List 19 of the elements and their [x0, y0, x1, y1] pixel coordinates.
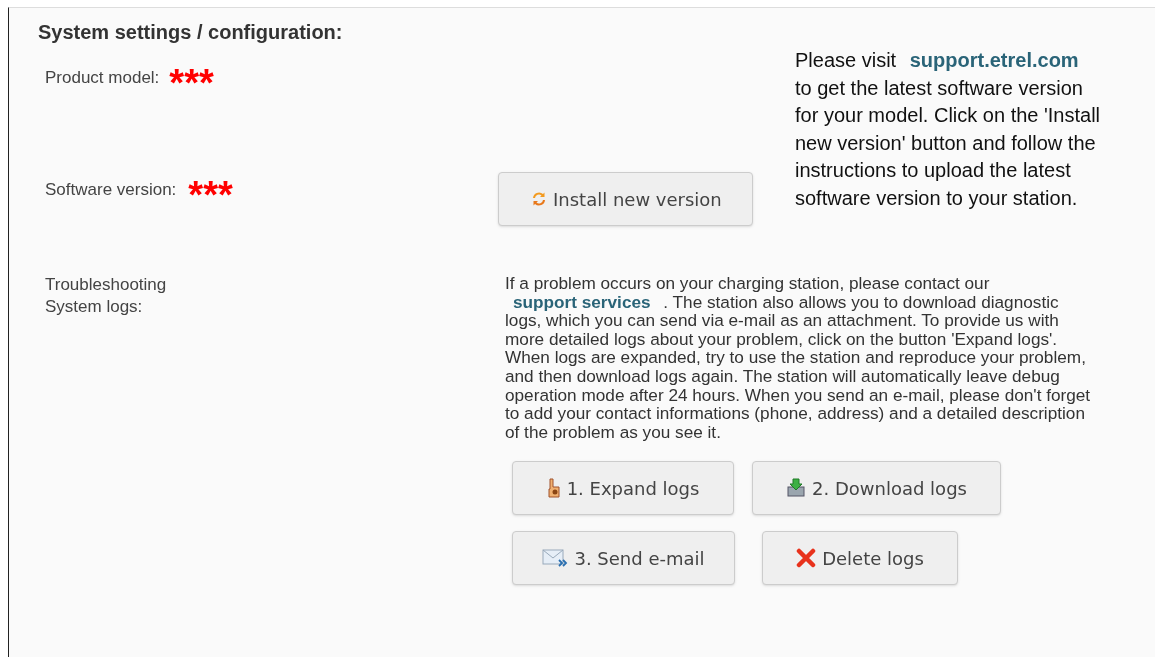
inbox-download-icon [786, 478, 807, 499]
send-email-button[interactable]: 3. Send e-mail [512, 531, 735, 586]
field-label: Software version: [45, 179, 177, 202]
value-text: *** [188, 173, 233, 214]
delete-logs-button[interactable]: Delete logs [762, 531, 958, 586]
pointing-hand-icon [546, 478, 561, 499]
field-label: Product model: [45, 67, 160, 90]
support-link[interactable]: support.etrel.com [901, 49, 1087, 71]
help-text: Please visit support.etrel.com to get the latest software version for your model. Click on the 'Install new version' button and follow the instructions to upload the latest software version to your station. [795, 48, 1102, 211]
support-link[interactable]: support services [505, 291, 659, 312]
section-label: Troubleshooting System logs: [44, 274, 168, 318]
install-button[interactable]: Install new version [498, 172, 753, 226]
value-text: *** [169, 61, 214, 102]
download-logs-button[interactable]: 2. Download logs [752, 461, 1001, 516]
envelope-icon [542, 549, 569, 568]
close-icon [796, 548, 817, 569]
expand-logs-button[interactable]: 1. Expand logs [512, 461, 734, 516]
help-text: If a problem occurs on your charging station, please contact our support services . The station also allows you to download diagnostic logs, which you can send via e-mail as an attachment. To provide us with more detailed logs about your problem, click on the button 'Expand logs'. When logs are expanded, try to use the station and reproduce your problem, and then download logs again. The station will automatically leave debug operation mode after 24 hours. When you send an e-mail, please don't forget to add your contact informations (phone, address) and a detailed description of the problem as you see it. [505, 274, 1092, 442]
section-heading: System settings / configuration: [38, 20, 343, 45]
